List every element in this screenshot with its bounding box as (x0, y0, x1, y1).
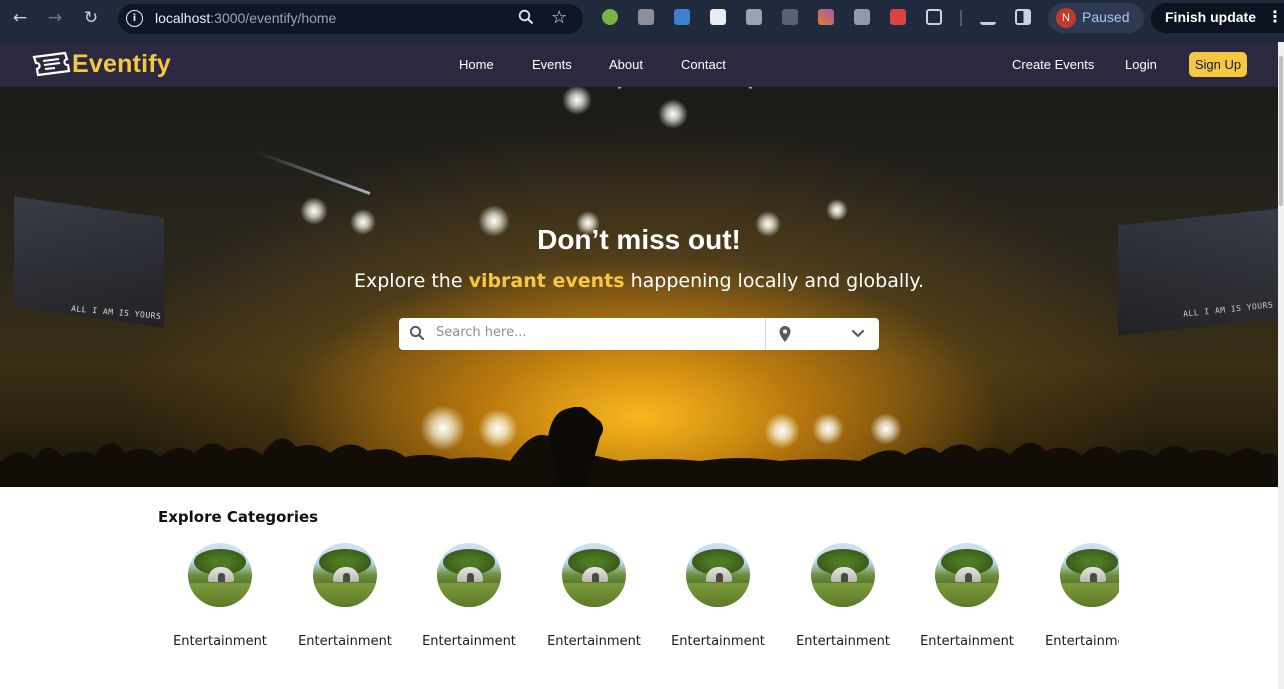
forward-arrow-icon[interactable]: → (45, 8, 65, 28)
hero-subtitle: Explore the vibrant events happening loc… (354, 270, 924, 292)
signup-button[interactable]: Sign Up (1189, 52, 1247, 77)
ticket-icon (32, 51, 71, 76)
category-label: Entertainment (671, 634, 765, 649)
nav-home[interactable]: Home (459, 57, 494, 72)
category-image (686, 543, 750, 607)
site-navbar: Eventify Home Events About Contact Creat… (0, 42, 1278, 87)
browser-toolbar: ← → ↻ i localhost:3000/eventify/home ☆ N… (0, 0, 1284, 42)
avatar: N (1056, 8, 1076, 28)
zoom-icon[interactable] (518, 9, 534, 29)
extension-notes-icon[interactable] (710, 9, 726, 25)
page-scrollbar[interactable] (1278, 42, 1284, 689)
category-label: Entertainment (547, 634, 641, 649)
search-input[interactable] (436, 325, 756, 340)
category-item[interactable]: Entertainment (534, 543, 654, 663)
category-image (935, 543, 999, 607)
hero-subtitle-highlight: vibrant events (468, 270, 625, 292)
extension-image-icon[interactable] (746, 9, 762, 25)
categories-heading: Explore Categories (158, 508, 319, 526)
address-bar[interactable]: i localhost:3000/eventify/home ☆ (118, 4, 583, 34)
category-image (811, 543, 875, 607)
scrollbar-thumb[interactable] (1279, 56, 1283, 206)
category-image (188, 543, 252, 607)
extension-translate-icon[interactable] (674, 9, 690, 25)
category-item[interactable]: Entertainment (1032, 543, 1119, 663)
location-pin-icon[interactable] (779, 326, 791, 342)
category-item[interactable]: Entertainment (783, 543, 903, 663)
chevron-down-icon[interactable] (851, 328, 865, 340)
hero-banner: ALL I AM IS YOURS ALL I AM IS YOURS Don’… (0, 87, 1278, 487)
crowd-silhouette (0, 407, 1278, 487)
nav-about[interactable]: About (609, 57, 643, 72)
reload-icon[interactable]: ↻ (81, 8, 101, 28)
event-search-bar (399, 318, 879, 350)
stage-light (300, 197, 328, 225)
extension-brush-icon[interactable] (818, 9, 834, 25)
extension-shield-icon[interactable] (890, 9, 906, 25)
nav-login[interactable]: Login (1125, 57, 1157, 72)
nav-contact[interactable]: Contact (681, 57, 726, 72)
category-label: Entertainment (796, 634, 890, 649)
category-item[interactable]: Entertainment (907, 543, 1027, 663)
category-label: Entertainment (920, 634, 1014, 649)
category-item[interactable]: Entertainment (409, 543, 529, 663)
url-text[interactable]: localhost:3000/eventify/home (155, 10, 336, 26)
media-control-icon[interactable] (980, 9, 996, 25)
category-label: Entertainment (1045, 634, 1119, 649)
stage-light (658, 99, 688, 129)
category-label: Entertainment (173, 634, 267, 649)
extension-chart-icon[interactable] (854, 9, 870, 25)
stage-light (562, 87, 592, 115)
nav-events[interactable]: Events (532, 57, 572, 72)
toolbar-divider (960, 10, 962, 26)
light-beam (256, 151, 371, 195)
category-item[interactable]: Entertainment (658, 543, 778, 663)
site-info-icon[interactable]: i (126, 10, 143, 27)
categories-list: Entertainment Entertainment Entertainmen… (160, 543, 1119, 663)
category-image (1060, 543, 1119, 607)
more-menu-icon[interactable]: ⋮ (1267, 7, 1283, 26)
extension-plus-icon[interactable] (602, 9, 618, 25)
extension-y-icon[interactable] (638, 9, 654, 25)
finish-update-label: Finish update (1165, 9, 1256, 25)
category-image (562, 543, 626, 607)
category-image (437, 543, 501, 607)
profile-status: Paused (1082, 9, 1130, 25)
finish-update-button[interactable]: Finish update ⋮ (1151, 3, 1284, 33)
side-panel-icon[interactable] (1015, 9, 1031, 25)
brand-name: Eventify (72, 50, 171, 78)
extensions-puzzle-icon[interactable] (926, 9, 942, 25)
search-icon (409, 325, 425, 341)
back-arrow-icon[interactable]: ← (10, 8, 30, 28)
bookmark-star-icon[interactable]: ☆ (551, 7, 567, 28)
category-label: Entertainment (298, 634, 392, 649)
category-label: Entertainment (422, 634, 516, 649)
light-beam (598, 87, 622, 90)
hero-title: Don’t miss out! (537, 224, 741, 255)
category-image (313, 543, 377, 607)
nav-create-events[interactable]: Create Events (1012, 57, 1094, 72)
profile-button[interactable]: N Paused (1048, 3, 1144, 33)
light-beam (748, 87, 772, 90)
search-divider (765, 318, 766, 350)
stage-light (826, 199, 848, 221)
category-item[interactable]: Entertainment (160, 543, 280, 663)
extension-dots-icon[interactable] (782, 9, 798, 25)
category-item[interactable]: Entertainment (285, 543, 405, 663)
brand-logo[interactable]: Eventify (31, 50, 171, 79)
